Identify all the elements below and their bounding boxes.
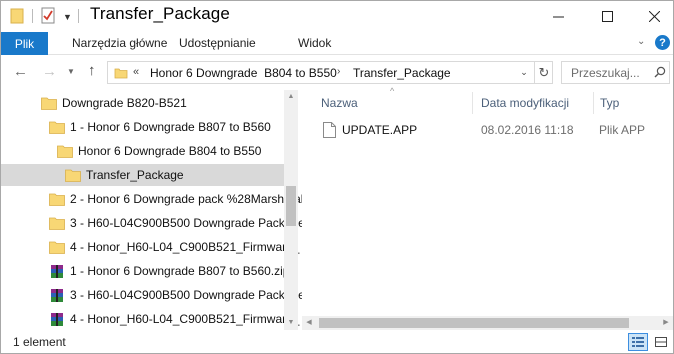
tab-file[interactable]: Plik [1,32,48,55]
file-icon [323,122,336,138]
file-name[interactable]: UPDATE.APP [342,123,417,137]
minimize-button[interactable] [535,1,581,32]
navigation-pane-scrollbar[interactable]: ▲ ▼ [284,90,298,330]
maximize-icon [601,11,613,22]
scroll-left-arrow-icon[interactable]: ◀ [302,316,316,330]
scrollbar-thumb[interactable] [286,186,296,226]
tree-item[interactable]: Transfer_Package [1,164,284,186]
quick-access-separator [78,9,79,23]
tree-item-label: Honor 6 Downgrade B804 to B550 [78,144,262,158]
search-icon [654,66,666,78]
scrollbar-thumb[interactable] [319,318,629,328]
folder-icon [49,217,65,230]
scroll-up-arrow-icon[interactable]: ▲ [284,90,298,104]
item-count: 1 element [13,335,66,349]
tree-item-label: Downgrade B820-B521 [62,96,187,110]
file-list-pane: ^ Nazwa Data modyfikacji Typ UPDATE.APP … [302,86,673,330]
explorer-window: ▼ Transfer_Package Plik Narzędzia główne… [0,0,674,354]
forward-arrow-icon[interactable]: → [42,63,57,80]
breadcrumb-separator-icon[interactable]: › [337,66,340,77]
column-divider[interactable] [472,92,473,114]
column-header-date-modified[interactable]: Data modyfikacji [481,90,569,116]
close-icon [648,11,660,22]
maximize-button[interactable] [584,1,630,32]
tree-item-label: 3 - H60-L04C900B500 Downgrade Package [70,216,305,230]
expand-ribbon-chevron-icon[interactable]: ⌄ [637,36,645,47]
breadcrumb-segment[interactable]: Transfer_Package [353,66,451,80]
search-input[interactable]: Przeszukaj... [561,61,670,84]
navigation-bar: ← → ▼ ↑ « Honor 6 Downgrade B804 to B550… [1,55,673,90]
winrar-archive-icon [51,312,63,326]
file-list-scrollbar[interactable]: ◀ ▶ [302,316,673,330]
tab-share[interactable]: Udostępnianie [179,36,256,50]
address-overflow-icon[interactable]: « [133,66,139,78]
status-bar: 1 element [1,331,673,353]
tab-view[interactable]: Widok [298,36,331,50]
address-bar[interactable]: « Honor 6 Downgrade B804 to B550 › Trans… [107,61,553,84]
folder-icon [65,169,81,182]
ribbon-tabs: Plik Narzędzia główne Udostępnianie Wido… [1,32,673,55]
file-date-modified: 08.02.2016 11:18 [481,123,574,137]
search-placeholder: Przeszukaj... [571,66,640,80]
column-divider[interactable] [593,92,594,114]
back-arrow-icon[interactable]: ← [13,63,28,80]
window-title: Transfer_Package [90,4,230,23]
tab-home[interactable]: Narzędzia główne [72,36,167,50]
folder-icon [41,97,57,110]
tree-item-label: Transfer_Package [86,168,184,182]
tree-item-label: 4 - Honor_H60-L04_C900B521_Firmware_ [70,312,300,326]
title-bar: ▼ Transfer_Package [1,1,673,32]
details-view-icon [632,337,644,347]
folder-icon [49,241,65,254]
tree-item-label: 1 - Honor 6 Downgrade B807 to B560.zip [70,264,290,278]
folder-icon [49,121,65,134]
help-icon[interactable]: ? [655,35,670,50]
file-type: Plik APP [599,123,646,137]
quick-access-folder-icon[interactable] [10,7,24,24]
scroll-right-arrow-icon[interactable]: ▶ [659,316,673,330]
details-view-button[interactable] [628,333,648,351]
tree-item-label: 1 - Honor 6 Downgrade B807 to B560 [70,120,271,134]
minimize-icon [552,16,564,18]
recent-locations-chevron-icon[interactable]: ▼ [67,67,75,76]
large-icons-view-icon [655,337,667,347]
quick-access-dropdown-icon[interactable]: ▼ [63,12,72,22]
scroll-down-arrow-icon[interactable]: ▼ [284,316,298,330]
tree-item-label: 3 - H60-L04C900B500 Downgrade Package [70,288,305,302]
navigation-pane: Downgrade B820-B521 1 - Honor 6 Downgrade… [1,90,321,330]
tree-item[interactable]: Downgrade B820-B521 [41,92,324,114]
column-header-name[interactable]: Nazwa [321,90,358,116]
breadcrumb-segment[interactable]: Honor 6 Downgrade B804 to B550 [150,66,337,80]
winrar-archive-icon [51,288,63,302]
folder-icon [49,193,65,206]
address-folder-icon [114,68,128,79]
folder-icon [57,145,73,158]
tree-item-label: 4 - Honor_H60-L04_C900B521_Firmware_ [70,240,300,254]
column-header-type[interactable]: Typ [600,90,619,116]
quick-access-separator [32,9,33,23]
winrar-archive-icon [51,264,63,278]
large-icons-view-button[interactable] [651,333,671,351]
refresh-icon[interactable]: ↻ [534,62,553,83]
up-arrow-icon[interactable]: ↑ [88,62,96,79]
close-button[interactable] [631,1,674,32]
address-history-dropdown-icon[interactable]: ⌄ [515,62,533,83]
file-row[interactable]: UPDATE.APP 08.02.2016 11:18 Plik APP [302,119,673,141]
properties-check-icon[interactable] [41,7,55,24]
sort-ascending-icon: ^ [390,86,395,96]
